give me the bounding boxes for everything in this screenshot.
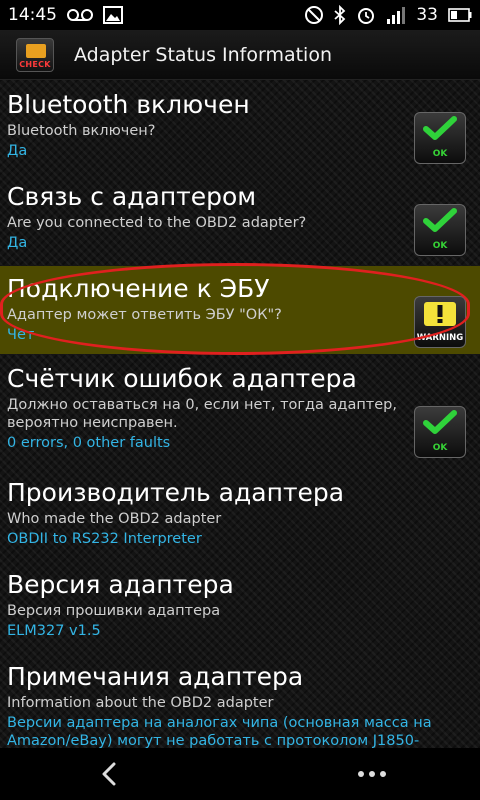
warning-badge: WARNING (414, 296, 466, 348)
muted-icon (304, 5, 324, 25)
ok-badge: OK (414, 406, 466, 458)
list-item-adapter-manufacturer[interactable]: Производитель адаптера Who made the OBD2… (0, 478, 480, 570)
badge-label: OK (432, 241, 448, 251)
item-title: Подключение к ЭБУ (7, 274, 270, 303)
item-description: Должно оставаться на 0, если нет, тогда … (7, 397, 397, 431)
ok-badge: OK (414, 204, 466, 256)
item-description: Are you connected to the OBD2 adapter? (7, 215, 307, 231)
checkmark-icon (423, 208, 457, 232)
checkmark-icon (423, 410, 457, 434)
list-item-adapter-notes[interactable]: Примечания адаптера Information about th… (0, 662, 480, 748)
item-value: Да (7, 235, 28, 251)
item-value: Да (7, 143, 28, 159)
item-description: Information about the OBD2 adapter (7, 695, 274, 711)
badge-label: OK (432, 443, 448, 453)
item-value: ELM327 v1.5 (7, 623, 101, 639)
page-title: Adapter Status Information (74, 43, 332, 66)
alarm-icon (356, 5, 376, 25)
bluetooth-icon (334, 5, 346, 25)
battery-percent: 33 (416, 5, 438, 25)
status-bar: 14:45 33 (0, 0, 480, 30)
ok-badge: OK (414, 112, 466, 164)
app-logo[interactable]: CHECK (16, 37, 54, 72)
item-description: Адаптер может ответить ЭБУ "ОК"? (7, 307, 282, 323)
more-dots-icon[interactable] (356, 760, 388, 788)
item-value: OBDII to RS232 Interpreter (7, 531, 202, 547)
item-description: Bluetooth включен? (7, 123, 156, 139)
status-time: 14:45 (8, 5, 57, 25)
list-item-bluetooth[interactable]: Bluetooth включен Bluetooth включен? Да (0, 90, 480, 182)
back-chevron-icon[interactable] (96, 760, 124, 788)
item-value: Чет (7, 327, 35, 343)
voicemail-icon (67, 8, 93, 22)
list-item-error-counter[interactable]: Счётчик ошибок адаптера Должно оставатьс… (0, 364, 480, 474)
exclamation-icon (424, 302, 456, 326)
item-title: Примечания адаптера (7, 662, 304, 691)
item-title: Версия адаптера (7, 570, 234, 599)
battery-icon (448, 8, 472, 22)
action-bar: CHECK Adapter Status Information (0, 30, 480, 80)
item-value: Версии адаптера на аналогах чипа (основн… (7, 715, 432, 748)
item-value: 0 errors, 0 other faults (7, 435, 171, 451)
item-title: Связь с адаптером (7, 182, 257, 211)
status-list[interactable]: Bluetooth включен Bluetooth включен? Да … (0, 80, 480, 748)
item-description: Who made the OBD2 adapter (7, 511, 222, 527)
list-item-adapter-connection[interactable]: Связь с адаптером Are you connected to t… (0, 182, 480, 272)
badge-label: WARNING (416, 333, 464, 343)
item-description: Версия прошивки адаптера (7, 603, 221, 619)
signal-icon (386, 5, 406, 25)
image-icon (103, 6, 123, 24)
item-title: Bluetooth включен (7, 90, 250, 119)
list-item-ecu-connection[interactable]: Подключение к ЭБУ Адаптер может ответить… (0, 266, 480, 354)
engine-icon (26, 43, 46, 58)
list-item-adapter-version[interactable]: Версия адаптера Версия прошивки адаптера… (0, 570, 480, 662)
checkmark-icon (423, 116, 457, 140)
item-title: Счётчик ошибок адаптера (7, 364, 357, 393)
navigation-bar (0, 748, 480, 800)
badge-label: OK (432, 149, 448, 159)
app-logo-text: CHECK (19, 59, 51, 69)
item-title: Производитель адаптера (7, 478, 345, 507)
